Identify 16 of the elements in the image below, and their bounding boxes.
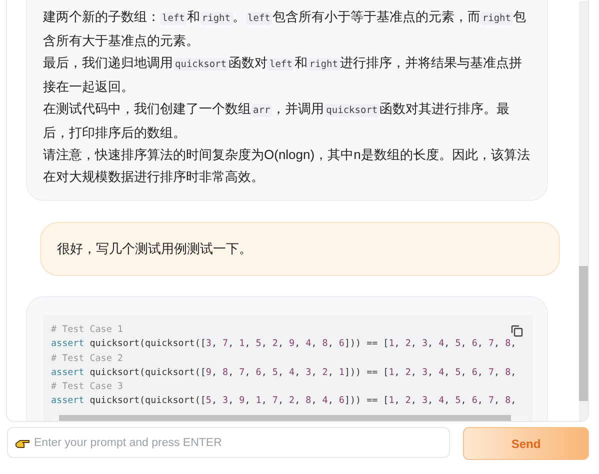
copy-icon[interactable] bbox=[511, 325, 523, 337]
vertical-scrollbar[interactable] bbox=[579, 1, 588, 421]
prompt-field[interactable]: Enter your prompt and press ENTER bbox=[7, 427, 450, 458]
code-line: assert quicksort(quicksort([9, 8, 7, 6, 5, 4, 3, 2, 1])) == [1, 2, 3, 4, 5, 6, 7, 8, bbox=[51, 366, 516, 380]
send-button[interactable]: Send bbox=[463, 427, 589, 460]
message-paragraph: 最后，我们递归地调用 quicksort 函数对 left 和 right 进行排序，并将结果与基准点拼接在一起返回。 bbox=[43, 54, 523, 96]
code-line: assert quicksort(quicksort([5, 3, 9, 1, 7, 2, 8, 4, 6])) == [1, 2, 3, 4, 5, 6, 7, 8, bbox=[51, 394, 516, 408]
code-line: # Test Case 3 bbox=[51, 380, 123, 394]
user-message: 很好，写几个测试用例测试一下。 bbox=[40, 222, 560, 276]
pointing-hand-icon bbox=[15, 438, 30, 449]
code-line: # Test Case 1 bbox=[51, 323, 123, 337]
message-paragraph: 在测试代码中，我们创建了一个数组 arr，并调用 quicksort 函数对其进行排序。最后，打印排序后的数组。 bbox=[43, 100, 511, 142]
message-paragraph: 请注意，快速排序算法的时间复杂度为O(nlogn)，其中n是数组的长度。因此，该算法在对大规模数据进行排序时非常高效。 bbox=[43, 146, 531, 186]
code-line: assert quicksort(quicksort([3, 7, 1, 5, 2, 9, 4, 8, 6])) == [1, 2, 3, 4, 5, 6, 7, 8, bbox=[51, 337, 516, 352]
code-line: # Test Case 2 bbox=[51, 352, 123, 366]
message-paragraph: 建两个新的子数组：left 和 right。left 包含所有小于等于基准点的元素，而 right 包含所有大于基准点的元素。 bbox=[43, 8, 527, 50]
